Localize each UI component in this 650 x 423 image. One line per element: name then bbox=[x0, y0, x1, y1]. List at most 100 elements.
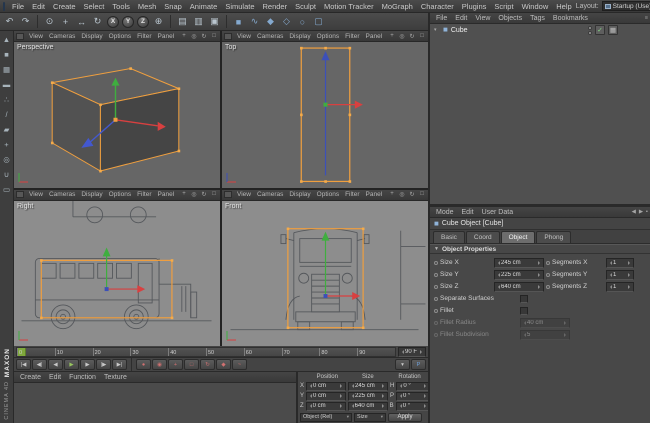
live-selection-icon[interactable]: ⊙ bbox=[42, 14, 57, 29]
om-menu-file[interactable]: File bbox=[432, 15, 451, 22]
points-mode-icon[interactable]: ∴ bbox=[1, 94, 12, 105]
timeline-ruler[interactable]: 0 10 20 30 40 50 60 70 80 90 bbox=[16, 347, 396, 357]
autokeying-button[interactable]: ◉ bbox=[152, 359, 167, 370]
apply-button[interactable]: Apply bbox=[388, 413, 422, 422]
viewport-grip-icon[interactable] bbox=[224, 191, 232, 198]
goto-end-button[interactable]: ▶| bbox=[112, 359, 127, 370]
size-z-field[interactable]: 640 cm bbox=[494, 282, 544, 292]
menu-edit[interactable]: Edit bbox=[28, 0, 49, 13]
scale-tool-icon[interactable]: ↔ bbox=[74, 14, 89, 29]
segments-x-field[interactable]: 1 bbox=[606, 258, 634, 268]
vp-menu-view[interactable]: View bbox=[26, 191, 46, 198]
make-editable-icon[interactable]: ▲ bbox=[1, 34, 12, 45]
menu-character[interactable]: Character bbox=[417, 0, 458, 13]
history-back-icon[interactable]: ◀ bbox=[632, 209, 636, 215]
position-y-field[interactable]: 0 cm bbox=[306, 392, 346, 401]
lock-icon[interactable]: ▪ bbox=[646, 209, 648, 215]
material-menu-function[interactable]: Function bbox=[65, 374, 100, 381]
render-picture-viewer-icon[interactable]: ▥ bbox=[191, 14, 206, 29]
vp-menu-panel[interactable]: Panel bbox=[363, 33, 386, 40]
edges-mode-icon[interactable]: / bbox=[1, 109, 12, 120]
zoom-view-icon[interactable]: ◎ bbox=[398, 33, 406, 40]
object-enabled-tag-icon[interactable]: ✓ bbox=[595, 25, 605, 35]
menu-plugins[interactable]: Plugins bbox=[458, 0, 491, 13]
menu-snap[interactable]: Snap bbox=[160, 0, 186, 13]
menu-mesh[interactable]: Mesh bbox=[134, 0, 160, 13]
zoom-view-icon[interactable]: ◎ bbox=[398, 191, 406, 198]
menu-file[interactable]: File bbox=[8, 0, 28, 13]
next-key-button[interactable]: |▶ bbox=[96, 359, 111, 370]
editor-visibility-dot[interactable] bbox=[588, 26, 592, 30]
vp-menu-display[interactable]: Display bbox=[78, 33, 105, 40]
playback-rate-button[interactable]: P bbox=[411, 359, 426, 370]
vp-menu-view[interactable]: View bbox=[26, 33, 46, 40]
coordinate-system-icon[interactable]: ⊕ bbox=[151, 14, 166, 29]
segments-z-field[interactable]: 1 bbox=[606, 282, 634, 292]
render-settings-icon[interactable]: ▣ bbox=[207, 14, 222, 29]
vp-menu-options[interactable]: Options bbox=[314, 33, 342, 40]
keyframe-dot-icon[interactable] bbox=[434, 261, 438, 265]
viewport-solo-icon[interactable]: ◎ bbox=[1, 154, 12, 165]
material-list[interactable] bbox=[14, 383, 296, 423]
tab-basic[interactable]: Basic bbox=[433, 231, 465, 243]
vp-menu-panel[interactable]: Panel bbox=[155, 191, 178, 198]
toggle-view-icon[interactable]: □ bbox=[210, 33, 218, 40]
menu-simulate[interactable]: Simulate bbox=[221, 0, 258, 13]
axis-gizmo[interactable] bbox=[321, 51, 362, 175]
phong-tag-icon[interactable]: ▦ bbox=[608, 25, 618, 35]
vp-menu-options[interactable]: Options bbox=[106, 33, 134, 40]
perspective-canvas[interactable]: Perspective bbox=[14, 42, 220, 188]
viewport-grip-icon[interactable] bbox=[224, 33, 232, 40]
previous-key-button[interactable]: ◀| bbox=[32, 359, 47, 370]
keyframe-dot-icon[interactable] bbox=[546, 261, 550, 265]
record-parameter-button[interactable]: ◆ bbox=[216, 359, 231, 370]
zoom-view-icon[interactable]: ◎ bbox=[190, 33, 198, 40]
enable-axis-icon[interactable]: + bbox=[1, 139, 12, 150]
pan-view-icon[interactable]: + bbox=[180, 191, 188, 198]
material-menu-texture[interactable]: Texture bbox=[100, 374, 131, 381]
playback-mode-button[interactable]: ▾ bbox=[395, 359, 410, 370]
object-name[interactable]: Cube bbox=[451, 27, 468, 34]
vp-menu-cameras[interactable]: Cameras bbox=[254, 191, 286, 198]
vp-menu-cameras[interactable]: Cameras bbox=[254, 33, 286, 40]
panel-menu-icon[interactable]: ≡ bbox=[645, 15, 648, 21]
keyframe-dot-icon[interactable] bbox=[434, 273, 438, 277]
material-menu-create[interactable]: Create bbox=[16, 374, 45, 381]
menu-create[interactable]: Create bbox=[49, 0, 80, 13]
model-mode-icon[interactable]: ■ bbox=[1, 49, 12, 60]
pan-view-icon[interactable]: + bbox=[388, 33, 396, 40]
section-collapse-icon[interactable]: ▼ bbox=[434, 246, 439, 252]
toggle-view-icon[interactable]: □ bbox=[418, 33, 426, 40]
vp-menu-view[interactable]: View bbox=[234, 33, 254, 40]
rotate-view-icon[interactable]: ↻ bbox=[408, 33, 416, 40]
axis-gizmo[interactable] bbox=[103, 247, 146, 293]
keyframe-dot-icon[interactable] bbox=[434, 309, 438, 313]
vp-menu-filter[interactable]: Filter bbox=[134, 191, 154, 198]
keyframe-dot-icon[interactable] bbox=[546, 273, 550, 277]
rotate-view-icon[interactable]: ↻ bbox=[408, 191, 416, 198]
add-spline-icon[interactable]: ∿ bbox=[247, 14, 262, 29]
rotate-tool-icon[interactable]: ↻ bbox=[90, 14, 105, 29]
snap-icon[interactable]: ∪ bbox=[1, 169, 12, 180]
viewport-right[interactable]: View Cameras Display Options Filter Pane… bbox=[14, 190, 220, 347]
add-scene-object-icon[interactable]: ○ bbox=[295, 14, 310, 29]
attr-menu-edit[interactable]: Edit bbox=[458, 209, 478, 216]
vp-menu-cameras[interactable]: Cameras bbox=[46, 33, 78, 40]
texture-mode-icon[interactable]: ▦ bbox=[1, 64, 12, 75]
object-manager[interactable]: ▾ ■ Cube ✓ ▦ bbox=[430, 24, 650, 207]
layout-select[interactable]: Startup (Use) ▾ bbox=[602, 1, 650, 11]
viewport-perspective[interactable]: View Cameras Display Options Filter Pane… bbox=[14, 31, 220, 188]
tab-object[interactable]: Object bbox=[501, 231, 536, 243]
menu-tools[interactable]: Tools bbox=[108, 0, 134, 13]
position-x-field[interactable]: 0 cm bbox=[306, 382, 346, 391]
vp-menu-panel[interactable]: Panel bbox=[363, 191, 386, 198]
polygons-mode-icon[interactable]: ▰ bbox=[1, 124, 12, 135]
top-scene[interactable] bbox=[222, 42, 428, 188]
menu-animate[interactable]: Animate bbox=[186, 0, 222, 13]
vp-menu-filter[interactable]: Filter bbox=[342, 33, 362, 40]
vp-menu-options[interactable]: Options bbox=[314, 191, 342, 198]
menu-select[interactable]: Select bbox=[80, 0, 109, 13]
perspective-scene[interactable] bbox=[14, 42, 220, 188]
object-row-cube[interactable]: ▾ ■ Cube ✓ ▦ bbox=[430, 24, 650, 36]
menu-mograph[interactable]: MoGraph bbox=[378, 0, 417, 13]
